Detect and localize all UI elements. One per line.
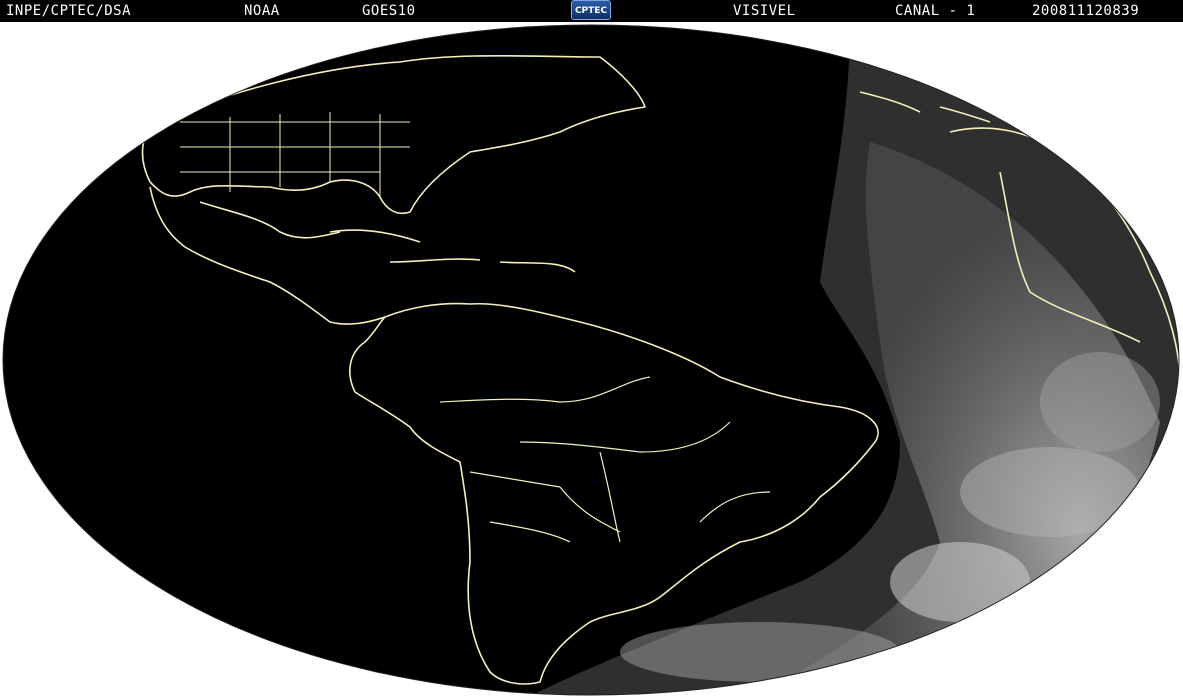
cptec-logo: CPTEC bbox=[571, 0, 611, 20]
satellite-label: GOES10 bbox=[362, 3, 416, 19]
cptec-logo-text: CPTEC bbox=[574, 6, 608, 16]
agency-label: NOAA bbox=[244, 3, 280, 19]
satellite-map bbox=[0, 22, 1183, 696]
band-label: VISIVEL bbox=[733, 3, 796, 19]
channel-label: CANAL - 1 bbox=[895, 3, 976, 19]
satellite-image bbox=[2, 24, 1180, 696]
timestamp-label: 200811120839 bbox=[1032, 3, 1140, 19]
header-bar: INPE/CPTEC/DSA NOAA GOES10 CPTEC VISIVEL… bbox=[0, 0, 1183, 22]
organization-label: INPE/CPTEC/DSA bbox=[6, 3, 132, 19]
